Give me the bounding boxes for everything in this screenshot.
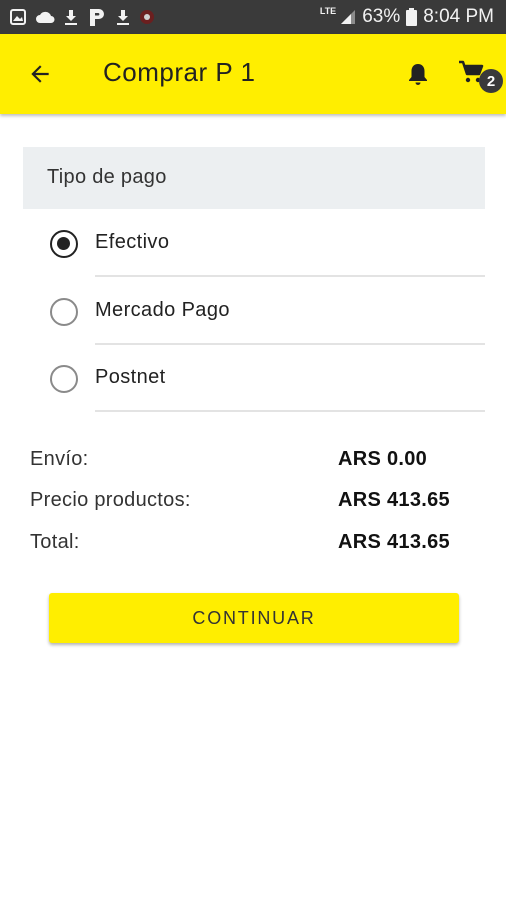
system-status: LTE 63% 8:04 PM xyxy=(320,0,494,34)
page-title: Comprar P 1 xyxy=(103,57,256,87)
summary-row-shipping: Envío: ARS 0.00 xyxy=(30,448,470,478)
download-icon xyxy=(64,9,78,25)
radio-unselected-icon[interactable] xyxy=(50,365,78,393)
payment-option-label: Efectivo xyxy=(95,231,170,253)
payment-type-title: Tipo de pago xyxy=(47,166,167,188)
payment-option-label: Postnet xyxy=(95,366,166,388)
bell-icon xyxy=(409,64,427,85)
download-icon xyxy=(116,9,130,25)
shipping-label: Envío: xyxy=(30,448,89,470)
summary-row-products: Precio productos: ARS 413.65 xyxy=(30,489,470,519)
battery-icon xyxy=(406,8,418,26)
signal-icon xyxy=(340,9,356,25)
total-value: ARS 413.65 xyxy=(338,531,450,553)
notification-icons xyxy=(10,0,155,34)
radio-unselected-icon[interactable] xyxy=(50,298,78,326)
total-label: Total: xyxy=(30,531,80,553)
cart-button[interactable]: 2 xyxy=(458,58,503,94)
payment-type-header: Tipo de pago xyxy=(23,147,485,209)
status-bar: LTE 63% 8:04 PM xyxy=(0,0,506,34)
payment-option-label: Mercado Pago xyxy=(95,299,230,321)
continue-button[interactable]: CONTINUAR xyxy=(49,593,459,643)
app-icon xyxy=(139,9,155,25)
divider xyxy=(95,275,485,277)
cloud-icon xyxy=(35,10,55,24)
battery-percent: 63% xyxy=(362,6,401,27)
back-button[interactable] xyxy=(22,56,58,92)
products-price-label: Precio productos: xyxy=(30,489,191,511)
payment-option-efectivo[interactable]: Efectivo xyxy=(23,210,485,277)
shipping-value: ARS 0.00 xyxy=(338,448,428,470)
radio-selected-icon[interactable] xyxy=(50,230,78,258)
cart-count-badge: 2 xyxy=(479,69,503,93)
app-bar: Comprar P 1 2 xyxy=(0,34,506,114)
clock: 8:04 PM xyxy=(423,6,494,27)
divider xyxy=(95,410,485,412)
summary-row-total: Total: ARS 413.65 xyxy=(30,531,470,561)
gallery-icon xyxy=(10,9,26,25)
payment-option-mercado-pago[interactable]: Mercado Pago xyxy=(23,278,485,345)
products-price-value: ARS 413.65 xyxy=(338,489,450,511)
p-app-icon xyxy=(87,7,107,27)
arrow-back-icon xyxy=(31,65,49,83)
notifications-button[interactable] xyxy=(402,58,434,90)
payment-option-postnet[interactable]: Postnet xyxy=(23,345,485,412)
network-type: LTE xyxy=(319,5,337,16)
